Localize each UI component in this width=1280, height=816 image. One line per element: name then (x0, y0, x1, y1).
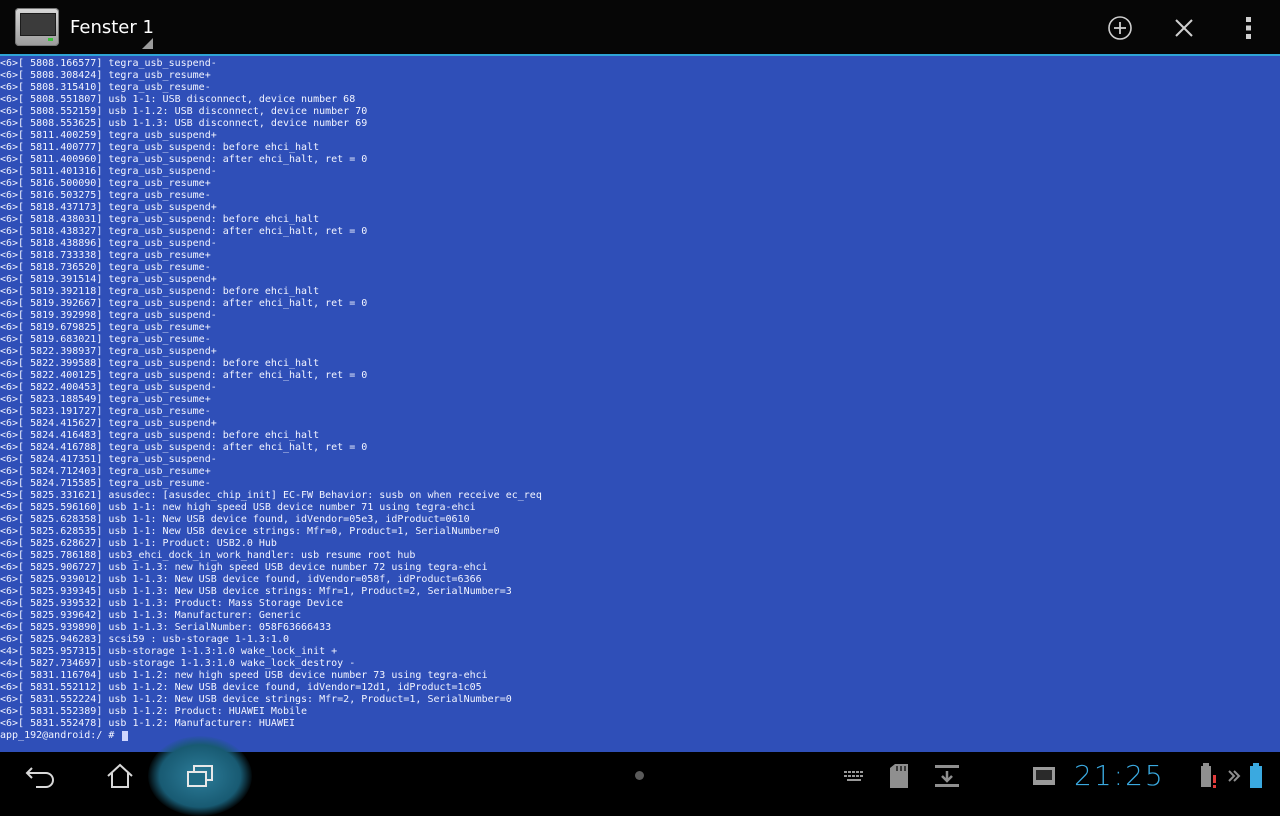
terminal-line: <6>[ 5811.400777] tegra_usb_suspend: bef… (0, 142, 320, 153)
battery-icon (1246, 762, 1266, 790)
terminal-line: <6>[ 5824.416483] tegra_usb_suspend: bef… (0, 430, 320, 441)
terminal-line: <6>[ 5818.736520] tegra_usb_resume- (0, 262, 211, 273)
home-button[interactable] (100, 752, 140, 800)
app-icon-led (48, 38, 53, 41)
terminal-line: <4>[ 5825.957315] usb-storage 1-1.3:1.0 … (0, 646, 338, 657)
terminal-line: <6>[ 5825.628358] usb 1-1: New USB devic… (0, 514, 470, 525)
more-vert-icon (1246, 17, 1251, 39)
terminal-line: <6>[ 5831.552112] usb 1-1.2: New USB dev… (0, 682, 482, 693)
terminal-view[interactable]: <6>[ 5808.166577] tegra_usb_suspend- <6>[… (0, 56, 1280, 752)
terminal-line: <6>[ 5824.715585] tegra_usb_resume- (0, 478, 211, 489)
overflow-menu-button[interactable] (1232, 12, 1264, 44)
terminal-line: <6>[ 5816.503275] tegra_usb_resume- (0, 190, 211, 201)
terminal-prompt-row[interactable]: app_192@android:/ # (0, 730, 542, 742)
status-clock[interactable]: 21:25 (1074, 758, 1165, 794)
terminal-line: <6>[ 5825.939012] usb 1-1.3: New USB dev… (0, 574, 482, 585)
window-dropdown-caret-icon[interactable] (142, 38, 153, 49)
terminal-line: <6>[ 5819.679825] tegra_usb_resume+ (0, 322, 211, 333)
terminal-line: <6>[ 5823.191727] tegra_usb_resume- (0, 406, 211, 417)
terminal-line: <6>[ 5818.438896] tegra_usb_suspend- (0, 238, 217, 249)
terminal-prompt: app_192@android:/ # (0, 730, 121, 741)
terminal-line: <6>[ 5819.392118] tegra_usb_suspend: bef… (0, 286, 320, 297)
terminal-line: <6>[ 5808.552159] usb 1-1.2: USB disconn… (0, 106, 368, 117)
sd-card-icon[interactable] (886, 762, 912, 790)
terminal-notification-icon[interactable] (1030, 762, 1058, 790)
terminal-line: <6>[ 5808.553625] usb 1-1.3: USB disconn… (0, 118, 368, 129)
terminal-line: <6>[ 5825.628535] usb 1-1: New USB devic… (0, 526, 500, 537)
terminal-output: <6>[ 5808.166577] tegra_usb_suspend- <6>[… (0, 58, 542, 742)
terminal-line: <6>[ 5825.596160] usb 1-1: new high spee… (0, 502, 476, 513)
plus-circle-icon (1108, 16, 1132, 40)
close-icon (1175, 19, 1193, 37)
terminal-line: <6>[ 5819.392998] tegra_usb_suspend- (0, 310, 217, 321)
keyboard-icon[interactable] (842, 762, 866, 790)
terminal-line: <6>[ 5808.166577] tegra_usb_suspend- (0, 58, 217, 69)
terminal-line: <6>[ 5824.712403] tegra_usb_resume+ (0, 466, 211, 477)
terminal-line: <6>[ 5824.417351] tegra_usb_suspend- (0, 454, 217, 465)
terminal-line: <6>[ 5823.188549] tegra_usb_resume+ (0, 394, 211, 405)
terminal-line: <6>[ 5825.939345] usb 1-1.3: New USB dev… (0, 586, 512, 597)
recents-button[interactable] (180, 752, 220, 800)
battery-warning-icon (1198, 762, 1222, 790)
terminal-line: <6>[ 5824.416788] tegra_usb_suspend: aft… (0, 442, 368, 453)
terminal-line: <6>[ 5818.438031] tegra_usb_suspend: bef… (0, 214, 320, 225)
window-title[interactable]: Fenster 1 (70, 17, 154, 39)
terminal-line: <6>[ 5819.392667] tegra_usb_suspend: aft… (0, 298, 368, 309)
terminal-line: <6>[ 5822.399588] tegra_usb_suspend: bef… (0, 358, 320, 369)
chevrons-icon (1226, 762, 1242, 790)
terminal-line: <6>[ 5822.398937] tegra_usb_suspend+ (0, 346, 217, 357)
new-window-button[interactable] (1104, 12, 1136, 44)
notification-dot (635, 771, 644, 780)
terminal-line: <6>[ 5825.906727] usb 1-1.3: new high sp… (0, 562, 488, 573)
terminal-line: <6>[ 5819.683021] tegra_usb_resume- (0, 334, 211, 345)
terminal-line: <5>[ 5825.331621] asusdec: [asusdec_chip… (0, 490, 542, 501)
terminal-line: <6>[ 5808.315410] tegra_usb_resume- (0, 82, 211, 93)
terminal-line: <6>[ 5822.400453] tegra_usb_suspend- (0, 382, 217, 393)
terminal-line: <6>[ 5818.733338] tegra_usb_resume+ (0, 250, 211, 261)
home-icon (107, 763, 133, 788)
terminal-line: <4>[ 5827.734697] usb-storage 1-1.3:1.0 … (0, 658, 356, 669)
terminal-cursor (122, 731, 129, 741)
terminal-line: <6>[ 5825.786188] usb3_ehci_dock_in_work… (0, 550, 416, 561)
terminal-line: <6>[ 5825.946283] scsi59 : usb-storage 1… (0, 634, 289, 645)
recent-apps-icon (187, 765, 213, 787)
terminal-line: <6>[ 5811.400259] tegra_usb_suspend+ (0, 130, 217, 141)
terminal-line: <6>[ 5831.552224] usb 1-1.2: New USB dev… (0, 694, 512, 705)
terminal-line: <6>[ 5831.552478] usb 1-1.2: Manufacture… (0, 718, 296, 729)
terminal-line: <6>[ 5825.939642] usb 1-1.3: Manufacture… (0, 610, 302, 621)
terminal-line: <6>[ 5816.500090] tegra_usb_resume+ (0, 178, 211, 189)
terminal-line: <6>[ 5824.415627] tegra_usb_suspend+ (0, 418, 217, 429)
terminal-line: <6>[ 5831.116704] usb 1-1.2: new high sp… (0, 670, 488, 681)
terminal-line: <6>[ 5825.939532] usb 1-1.3: Product: Ma… (0, 598, 344, 609)
terminal-line: <6>[ 5811.400960] tegra_usb_suspend: aft… (0, 154, 368, 165)
terminal-line: <6>[ 5808.551807] usb 1-1: USB disconnec… (0, 94, 356, 105)
back-arrow-icon (25, 767, 54, 788)
close-window-button[interactable] (1168, 12, 1200, 44)
terminal-line: <6>[ 5831.552389] usb 1-1.2: Product: HU… (0, 706, 308, 717)
terminal-line: <6>[ 5825.628627] usb 1-1: Product: USB2… (0, 538, 277, 549)
app-icon-screen (20, 13, 56, 36)
terminal-line: <6>[ 5808.308424] tegra_usb_resume+ (0, 70, 211, 81)
terminal-line: <6>[ 5822.400125] tegra_usb_suspend: aft… (0, 370, 368, 381)
terminal-line: <6>[ 5811.401316] tegra_usb_suspend- (0, 166, 217, 177)
terminal-app-icon[interactable] (15, 8, 59, 46)
back-button[interactable] (20, 752, 60, 800)
action-bar: Fenster 1 (0, 0, 1280, 56)
terminal-line: <6>[ 5825.939890] usb 1-1.3: SerialNumbe… (0, 622, 332, 633)
download-icon[interactable] (932, 762, 962, 790)
terminal-line: <6>[ 5819.391514] tegra_usb_suspend+ (0, 274, 217, 285)
terminal-line: <6>[ 5818.437173] tegra_usb_suspend+ (0, 202, 217, 213)
terminal-line: <6>[ 5818.438327] tegra_usb_suspend: aft… (0, 226, 368, 237)
